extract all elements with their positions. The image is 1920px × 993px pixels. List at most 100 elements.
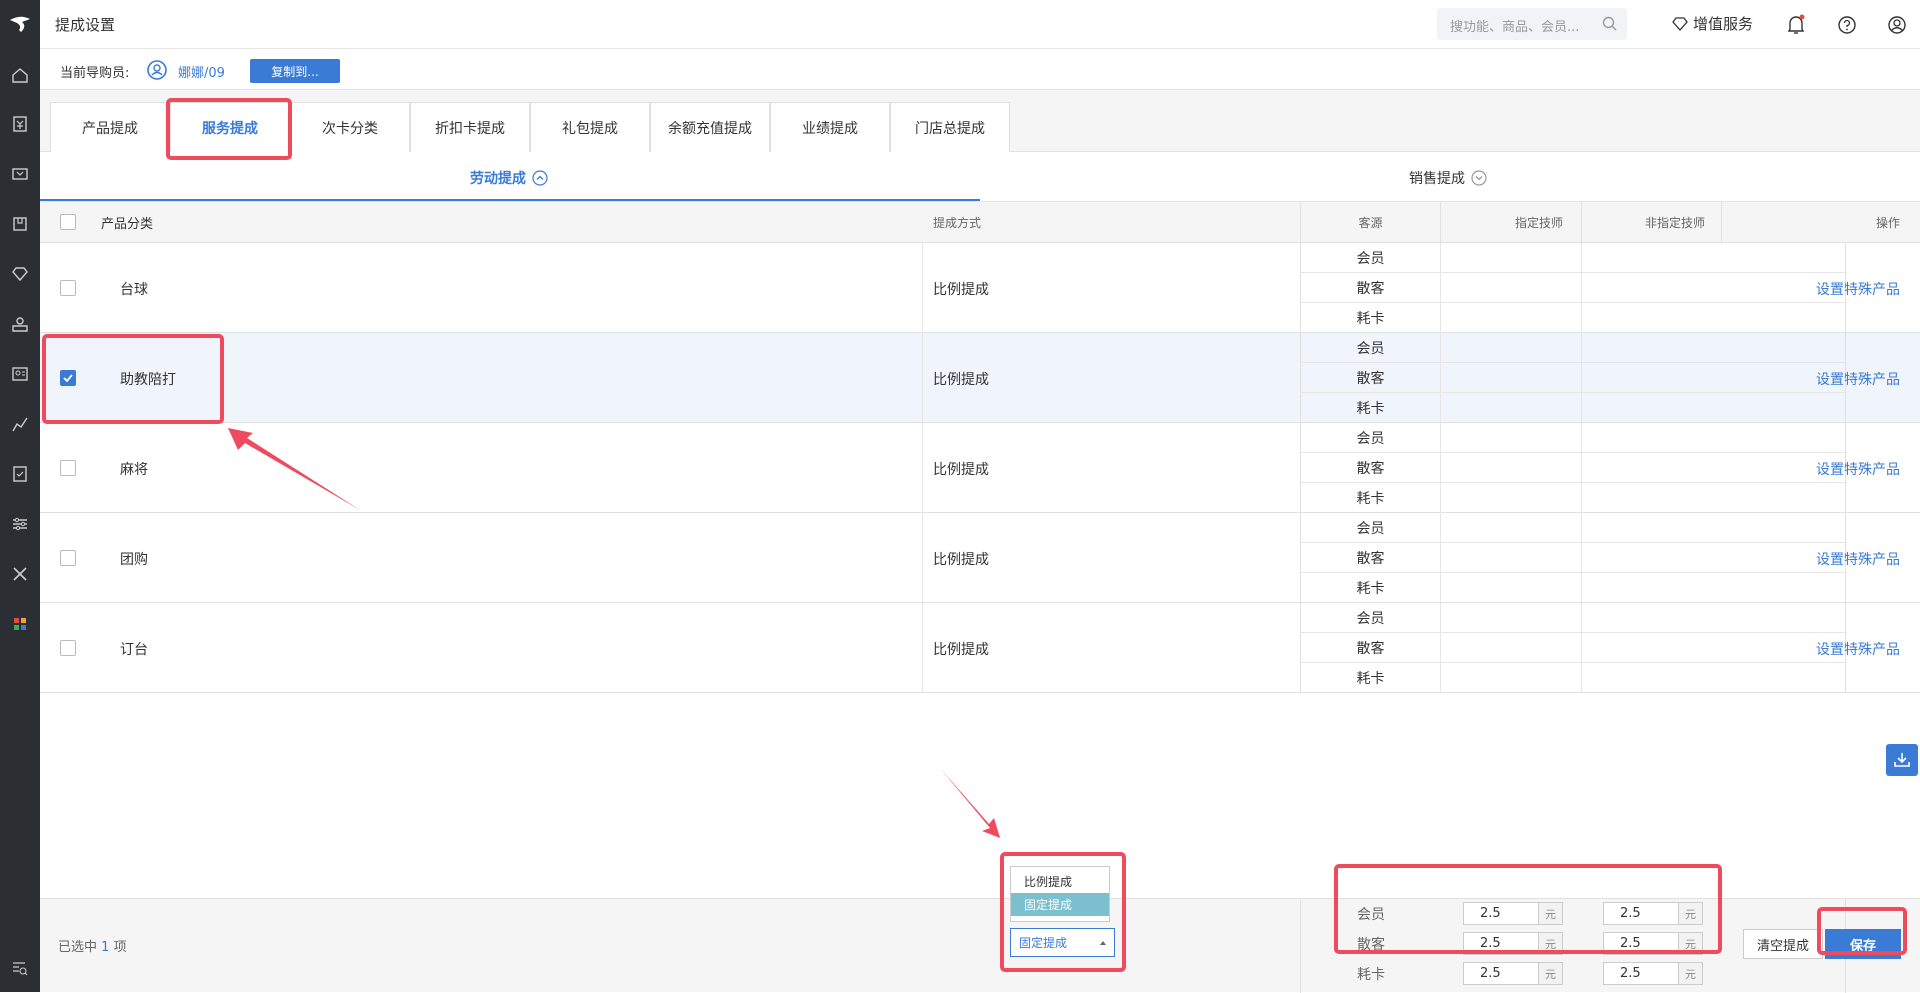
- cashier-icon[interactable]: [10, 114, 30, 134]
- dropdown-option-ratio[interactable]: 比例提成: [1011, 870, 1109, 893]
- column-divider: [922, 243, 923, 333]
- source-row: 会员: [1301, 423, 1847, 453]
- select-all-checkbox[interactable]: [60, 202, 76, 242]
- batch-nondesignated-card-input[interactable]: 2.5 元: [1603, 962, 1703, 985]
- row-source-grid: 会员 散客 耗卡: [1300, 513, 1847, 603]
- guide-name[interactable]: 娜娜/09: [178, 62, 225, 81]
- header-category: 产品分类: [101, 216, 154, 232]
- staff-icon[interactable]: [10, 314, 30, 334]
- selected-prefix: 已选中: [58, 940, 98, 955]
- menu-search-icon[interactable]: [10, 958, 30, 978]
- designated-cell[interactable]: [1441, 603, 1582, 633]
- clear-commission-button[interactable]: 清空提成: [1743, 929, 1823, 959]
- table-row: 助教陪打 比例提成 会员 散客 耗卡 设置特殊产品: [40, 333, 1920, 423]
- source-row: 散客: [1301, 633, 1847, 663]
- diamond-icon: [1672, 16, 1688, 31]
- row-method[interactable]: 比例提成: [933, 549, 989, 569]
- subtab-labor[interactable]: 劳动提成: [470, 168, 548, 188]
- designated-cell[interactable]: [1441, 243, 1582, 273]
- designated-cell[interactable]: [1441, 633, 1582, 663]
- batch-designated-card-input[interactable]: 2.5 元: [1463, 962, 1563, 985]
- set-special-product-link[interactable]: 设置特殊产品: [1816, 549, 1900, 569]
- source-row: 会员: [1301, 243, 1847, 273]
- row-method[interactable]: 比例提成: [933, 459, 989, 479]
- tab-service-commission[interactable]: 服务提成: [170, 102, 290, 152]
- unit-label: 元: [1538, 933, 1562, 954]
- designated-cell[interactable]: [1441, 273, 1582, 303]
- designated-cell[interactable]: [1441, 663, 1582, 693]
- card-icon[interactable]: [10, 164, 30, 184]
- designated-cell[interactable]: [1441, 303, 1582, 333]
- row-method[interactable]: 比例提成: [933, 369, 989, 389]
- subtab-sales-label: 销售提成: [1409, 171, 1465, 187]
- row-method[interactable]: 比例提成: [933, 279, 989, 299]
- row-source-grid: 会员 散客 耗卡: [1300, 243, 1847, 333]
- search-input[interactable]: 搜功能、商品、会员...: [1450, 16, 1579, 35]
- batch-nondesignated-walkin-input[interactable]: 2.5 元: [1603, 932, 1703, 955]
- row-method[interactable]: 比例提成: [933, 639, 989, 659]
- chart-icon[interactable]: [10, 414, 30, 434]
- dropdown-option-fixed[interactable]: 固定提成: [1011, 893, 1109, 916]
- member-card-icon[interactable]: [10, 364, 30, 384]
- subtab-sales[interactable]: 销售提成: [1409, 168, 1487, 188]
- set-special-product-link[interactable]: 设置特殊产品: [1816, 639, 1900, 659]
- row-checkbox[interactable]: [60, 370, 76, 386]
- designated-cell[interactable]: [1441, 513, 1582, 543]
- top-bar: 提成设置 搜功能、商品、会员... 增值服务: [40, 0, 1920, 49]
- logo-icon[interactable]: [0, 0, 40, 48]
- table-row: 团购 比例提成 会员 散客 耗卡 设置特殊产品: [40, 513, 1920, 603]
- user-icon[interactable]: [1886, 14, 1908, 36]
- designated-cell[interactable]: [1441, 423, 1582, 453]
- source-label: 耗卡: [1301, 663, 1441, 693]
- report-icon[interactable]: [10, 464, 30, 484]
- designated-cell[interactable]: [1441, 333, 1582, 363]
- batch-nondesignated-member-input[interactable]: 2.5 元: [1603, 902, 1703, 925]
- home-icon[interactable]: [10, 65, 30, 85]
- set-special-product-link[interactable]: 设置特殊产品: [1816, 459, 1900, 479]
- source-row: 散客: [1301, 363, 1847, 393]
- table-row: 订台 比例提成 会员 散客 耗卡 设置特殊产品: [40, 603, 1920, 693]
- batch-label-member: 会员: [1357, 907, 1385, 923]
- tab-product-commission[interactable]: 产品提成: [50, 102, 170, 152]
- designated-cell[interactable]: [1441, 453, 1582, 483]
- tab-balance-recharge-commission[interactable]: 余额充值提成: [650, 102, 770, 152]
- set-special-product-link[interactable]: 设置特殊产品: [1816, 369, 1900, 389]
- tab-times-card-category[interactable]: 次卡分类: [290, 102, 410, 152]
- row-checkbox[interactable]: [60, 640, 76, 656]
- tab-discount-card-commission[interactable]: 折扣卡提成: [410, 102, 530, 152]
- diamond-icon[interactable]: [10, 264, 30, 284]
- search-box[interactable]: 搜功能、商品、会员...: [1437, 8, 1627, 40]
- selected-count: 1: [101, 940, 110, 955]
- page-title: 提成设置: [55, 16, 116, 34]
- batch-row-card: 耗卡 2.5 元 2.5 元: [1301, 959, 1847, 989]
- row-source-grid: 会员 散客 耗卡: [1300, 603, 1847, 693]
- apps-icon[interactable]: [10, 614, 30, 634]
- batch-designated-member-input[interactable]: 2.5 元: [1463, 902, 1563, 925]
- batch-designated-walkin-input[interactable]: 2.5 元: [1463, 932, 1563, 955]
- row-checkbox[interactable]: [60, 280, 76, 296]
- tab-store-total-commission[interactable]: 门店总提成: [890, 102, 1010, 152]
- designated-cell[interactable]: [1441, 363, 1582, 393]
- copy-to-button[interactable]: 复制到...: [250, 59, 340, 83]
- settings-sliders-icon[interactable]: [10, 514, 30, 534]
- tab-performance-commission[interactable]: 业绩提成: [770, 102, 890, 152]
- row-source-grid: 会员 散客 耗卡: [1300, 333, 1847, 423]
- row-checkbox[interactable]: [60, 550, 76, 566]
- tools-icon[interactable]: [10, 564, 30, 584]
- source-row: 散客: [1301, 453, 1847, 483]
- bell-icon[interactable]: [1785, 14, 1807, 36]
- value-service-link[interactable]: 增值服务: [1672, 13, 1753, 34]
- sub-tab-bar: 劳动提成 销售提成: [40, 152, 1920, 202]
- help-icon[interactable]: [1836, 14, 1858, 36]
- designated-cell[interactable]: [1441, 543, 1582, 573]
- designated-cell[interactable]: [1441, 573, 1582, 603]
- row-checkbox[interactable]: [60, 460, 76, 476]
- method-select[interactable]: 固定提成: [1010, 928, 1115, 957]
- designated-cell[interactable]: [1441, 393, 1582, 423]
- box-icon[interactable]: [10, 214, 30, 234]
- designated-cell[interactable]: [1441, 483, 1582, 513]
- save-button[interactable]: 保存: [1825, 929, 1901, 959]
- set-special-product-link[interactable]: 设置特殊产品: [1816, 279, 1900, 299]
- download-button[interactable]: [1886, 744, 1918, 776]
- tab-gift-pack-commission[interactable]: 礼包提成: [530, 102, 650, 152]
